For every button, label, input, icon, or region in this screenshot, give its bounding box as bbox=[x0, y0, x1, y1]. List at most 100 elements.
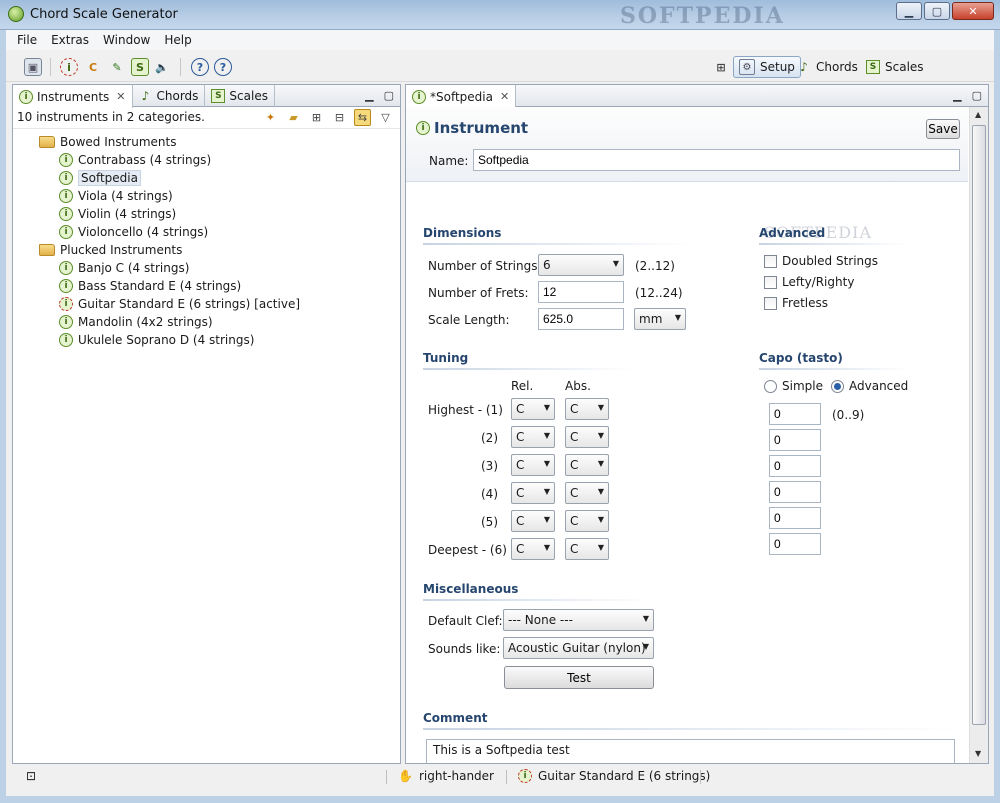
capo-field[interactable] bbox=[769, 429, 821, 451]
tab-chords[interactable]: ♪ Chords bbox=[133, 85, 206, 107]
tab-scales[interactable]: S Scales bbox=[205, 85, 275, 107]
tuning-abs-combo[interactable]: C ▼ bbox=[565, 482, 609, 504]
tuning-rel-combo[interactable]: C ▼ bbox=[511, 454, 555, 476]
new-chord-icon[interactable]: C bbox=[84, 58, 102, 76]
test-button[interactable]: Test bbox=[504, 666, 654, 689]
menu-extras[interactable]: Extras bbox=[44, 30, 96, 50]
tuning-row-label: Highest - (1) bbox=[428, 403, 503, 417]
tree-category[interactable]: Bowed Instruments bbox=[13, 133, 400, 151]
tree-item[interactable]: i Mandolin (4x2 strings) bbox=[13, 313, 400, 331]
tree-item-selected[interactable]: i Softpedia bbox=[13, 169, 400, 187]
tree-item[interactable]: i Ukulele Soprano D (4 strings) bbox=[13, 331, 400, 349]
save-disk-icon[interactable]: ▣ bbox=[24, 58, 42, 76]
minimize-view-icon[interactable]: ▁ bbox=[953, 89, 961, 102]
menu-window[interactable]: Window bbox=[96, 30, 157, 50]
sounds-like-combo[interactable]: Acoustic Guitar (nylon) ▼ bbox=[503, 637, 654, 659]
expand-all-icon[interactable]: ⊞ bbox=[308, 109, 325, 126]
dropdown-arrow-icon: ▼ bbox=[597, 459, 604, 468]
tree-item[interactable]: i Violoncello (4 strings) bbox=[13, 223, 400, 241]
fretless-checkbox[interactable]: Fretless bbox=[764, 296, 828, 310]
dropdown-arrow-icon: ▼ bbox=[597, 543, 604, 552]
capo-field[interactable] bbox=[769, 403, 821, 425]
status-separator bbox=[506, 770, 507, 784]
close-button[interactable]: ✕ bbox=[952, 2, 994, 20]
scroll-down-icon[interactable]: ▼ bbox=[975, 749, 981, 758]
strings-combo[interactable]: 6 ▼ bbox=[538, 254, 624, 276]
capo-field[interactable] bbox=[769, 507, 821, 529]
tuning-rel-combo[interactable]: C ▼ bbox=[511, 398, 555, 420]
tab-instruments[interactable]: i Instruments ✕ bbox=[13, 85, 133, 108]
lefty-righty-checkbox[interactable]: Lefty/Righty bbox=[764, 275, 854, 289]
tree-category[interactable]: Plucked Instruments bbox=[13, 241, 400, 259]
status-instrument: i Guitar Standard E (6 strings) bbox=[518, 769, 710, 783]
tree-item-active[interactable]: i Guitar Standard E (6 strings) [active] bbox=[13, 295, 400, 313]
capo-field[interactable] bbox=[769, 481, 821, 503]
edit-chord-icon[interactable]: ✎ bbox=[108, 58, 126, 76]
collapse-all-icon[interactable]: ⊟ bbox=[331, 109, 348, 126]
dropdown-arrow-icon: ▼ bbox=[597, 403, 604, 412]
new-instrument-icon[interactable]: ✦ bbox=[262, 109, 279, 126]
scale-length-field[interactable] bbox=[538, 308, 624, 330]
open-perspective-icon[interactable]: ⊞ bbox=[712, 58, 730, 76]
link-editor-icon[interactable]: ⇆ bbox=[354, 109, 371, 126]
tree-item[interactable]: i Bass Standard E (4 strings) bbox=[13, 277, 400, 295]
tuning-row-label: (4) bbox=[481, 487, 498, 501]
tuning-abs-combo[interactable]: C ▼ bbox=[565, 454, 609, 476]
perspective-scales[interactable]: S Scales bbox=[861, 56, 929, 78]
doubled-strings-checkbox[interactable]: Doubled Strings bbox=[764, 254, 878, 268]
tree-item[interactable]: i Viola (4 strings) bbox=[13, 187, 400, 205]
tree-item[interactable]: i Violin (4 strings) bbox=[13, 205, 400, 223]
dropdown-arrow-icon: ▼ bbox=[642, 642, 649, 651]
instruments-tree: Bowed Instruments i Contrabass (4 string… bbox=[13, 129, 400, 349]
comment-textarea[interactable]: This is a Softpedia test bbox=[426, 739, 955, 763]
scale-icon[interactable]: S bbox=[131, 58, 149, 76]
speaker-icon[interactable]: 🔈 bbox=[153, 58, 171, 76]
scrollbar-thumb[interactable] bbox=[972, 125, 986, 725]
context-help-icon[interactable]: ? bbox=[214, 58, 232, 76]
minimize-button[interactable]: ▁ bbox=[896, 2, 922, 20]
combo-value: C bbox=[570, 514, 579, 528]
view-menu-icon[interactable]: ▽ bbox=[377, 109, 394, 126]
tuning-rel-combo[interactable]: C ▼ bbox=[511, 426, 555, 448]
tuning-rel-combo[interactable]: C ▼ bbox=[511, 482, 555, 504]
maximize-view-icon[interactable]: ▢ bbox=[972, 89, 982, 102]
maximize-button[interactable]: ▢ bbox=[924, 2, 950, 20]
tuning-abs-combo[interactable]: C ▼ bbox=[565, 398, 609, 420]
frets-field[interactable] bbox=[538, 281, 624, 303]
tuning-rel-combo[interactable]: C ▼ bbox=[511, 510, 555, 532]
scroll-up-icon[interactable]: ▲ bbox=[975, 110, 981, 119]
capo-simple-radio[interactable]: Simple bbox=[764, 379, 823, 393]
help-icon[interactable]: ? bbox=[191, 58, 209, 76]
tuning-abs-combo[interactable]: C ▼ bbox=[565, 510, 609, 532]
name-field[interactable] bbox=[473, 149, 960, 171]
capo-field[interactable] bbox=[769, 455, 821, 477]
close-tab-icon[interactable]: ✕ bbox=[116, 90, 125, 103]
tuning-abs-combo[interactable]: C ▼ bbox=[565, 538, 609, 560]
minimize-view-icon[interactable]: ▁ bbox=[365, 89, 373, 102]
menu-help[interactable]: Help bbox=[157, 30, 198, 50]
default-clef-combo[interactable]: --- None --- ▼ bbox=[503, 609, 654, 631]
menu-file[interactable]: File bbox=[10, 30, 44, 50]
tree-item[interactable]: i Banjo C (4 strings) bbox=[13, 259, 400, 277]
scale-unit-combo[interactable]: mm ▼ bbox=[634, 308, 686, 330]
tuning-abs-combo[interactable]: C ▼ bbox=[565, 426, 609, 448]
fast-view-icon[interactable]: ⊡ bbox=[26, 769, 36, 783]
tab-scales-label: Scales bbox=[229, 89, 268, 103]
dropdown-arrow-icon: ▼ bbox=[597, 431, 604, 440]
setup-icon: ⚙ bbox=[739, 59, 755, 75]
maximize-view-icon[interactable]: ▢ bbox=[384, 89, 394, 102]
misc-heading: Miscellaneous bbox=[423, 582, 519, 596]
perspective-setup[interactable]: ⚙ Setup bbox=[733, 56, 801, 78]
tuning-rel-combo[interactable]: C ▼ bbox=[511, 538, 555, 560]
active-instrument-icon[interactable]: i bbox=[60, 58, 78, 76]
tab-editor-softpedia[interactable]: i *Softpedia ✕ bbox=[406, 85, 517, 108]
new-category-icon[interactable]: ▰ bbox=[285, 109, 302, 126]
tree-item[interactable]: i Contrabass (4 strings) bbox=[13, 151, 400, 169]
save-button[interactable]: Save bbox=[926, 119, 960, 139]
close-tab-icon[interactable]: ✕ bbox=[500, 90, 509, 103]
capo-advanced-radio[interactable]: Advanced bbox=[831, 379, 908, 393]
perspective-chords[interactable]: ♪ Chords bbox=[792, 56, 863, 78]
capo-field[interactable] bbox=[769, 533, 821, 555]
scales-icon: S bbox=[211, 89, 226, 103]
editor-scrollbar[interactable]: ▲ ▼ bbox=[969, 107, 988, 763]
